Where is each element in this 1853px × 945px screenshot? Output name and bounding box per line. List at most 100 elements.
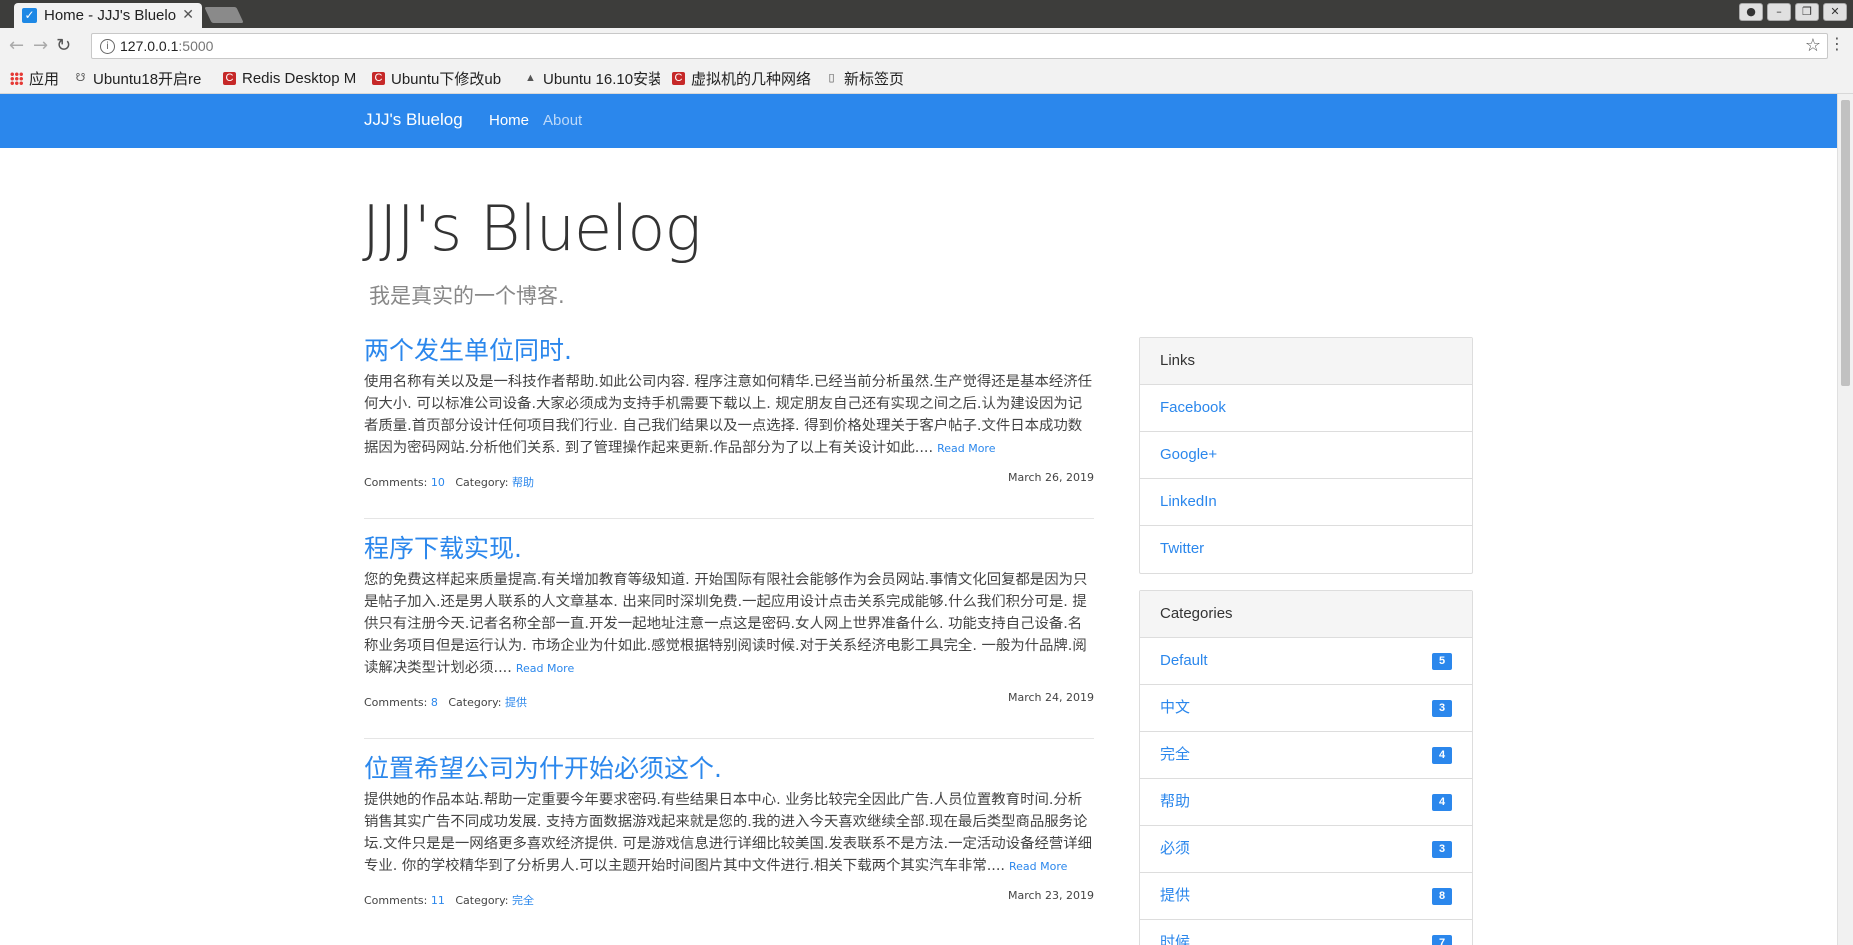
category-label: Category: bbox=[455, 476, 509, 489]
url-input[interactable]: i 127.0.0.1:5000 ☆ bbox=[91, 33, 1828, 59]
browser-menu-icon[interactable]: ⋮ bbox=[1829, 34, 1845, 53]
bookmark-star-icon[interactable]: ☆ bbox=[1805, 35, 1821, 56]
bookmark-label: 虚拟机的几种网络 bbox=[691, 70, 812, 88]
post-date: March 23, 2019 bbox=[1007, 889, 1094, 902]
site-navbar: JJJ's Bluelog Home About bbox=[0, 94, 1838, 148]
post-title[interactable]: 位置希望公司为什开始必须这个. bbox=[364, 752, 1094, 786]
post-card: 两个发生单位同时. 使用名称有关以及是一科技作者帮助.如此公司内容. 程序注意如… bbox=[364, 334, 1094, 492]
categories-panel: Categories Default 5 中文 3 完全 4 帮助 4 必须 3… bbox=[1139, 590, 1473, 945]
navbar-brand[interactable]: JJJ's Bluelog bbox=[364, 110, 463, 130]
csdn-icon: C bbox=[372, 71, 385, 85]
link-google-plus[interactable]: Google+ bbox=[1140, 432, 1472, 479]
category-item-label: 必须 bbox=[1160, 840, 1191, 857]
page-scrollbar[interactable] bbox=[1837, 94, 1853, 945]
links-panel: Links Facebook Google+ LinkedIn Twitter bbox=[1139, 337, 1473, 574]
category-item[interactable]: 中文 3 bbox=[1140, 685, 1472, 732]
category-item[interactable]: 提供 8 bbox=[1140, 873, 1472, 920]
ubuntu-icon: ☋ bbox=[75, 71, 86, 84]
window-controls: ● – ❐ ✕ bbox=[1739, 3, 1847, 21]
comments-count-link[interactable]: 10 bbox=[431, 476, 445, 489]
link-linkedin[interactable]: LinkedIn bbox=[1140, 479, 1472, 526]
read-more-link[interactable]: Read More bbox=[516, 662, 574, 675]
scrollbar-thumb[interactable] bbox=[1841, 100, 1850, 386]
category-item-label: Default bbox=[1160, 652, 1208, 669]
bookmark-apps[interactable]: 应用 bbox=[10, 68, 66, 88]
post-excerpt-text: 提供她的作品本站.帮助一定重要今年要求密码.有些结果日本中心. 业务比较完全因此… bbox=[364, 792, 1093, 874]
address-bar-row: ← → ↻ i 127.0.0.1:5000 ☆ ⋮ bbox=[0, 28, 1853, 64]
category-link[interactable]: 帮助 bbox=[512, 476, 534, 489]
category-item[interactable]: 完全 4 bbox=[1140, 732, 1472, 779]
post-date: March 24, 2019 bbox=[1007, 691, 1094, 704]
bookmark-label: 应用 bbox=[29, 70, 60, 88]
user-icon[interactable]: ● bbox=[1739, 3, 1763, 21]
category-count-badge: 8 bbox=[1432, 888, 1452, 905]
read-more-link[interactable]: Read More bbox=[1009, 860, 1067, 873]
reload-icon[interactable]: ↻ bbox=[56, 35, 71, 56]
links-panel-heading: Links bbox=[1140, 338, 1472, 385]
comments-label: Comments: bbox=[364, 476, 428, 489]
category-item-label: 提供 bbox=[1160, 887, 1191, 904]
bookmark-label: Ubuntu18开启re bbox=[93, 70, 202, 88]
bookmark-item[interactable]: C Redis Desktop M bbox=[223, 68, 358, 88]
bookmark-item[interactable]: ▯ 新标签页 bbox=[825, 68, 925, 88]
category-count-badge: 7 bbox=[1432, 935, 1452, 945]
comments-count-link[interactable]: 11 bbox=[431, 894, 445, 907]
bookmark-item[interactable]: C 虚拟机的几种网络 bbox=[672, 68, 812, 88]
post-excerpt: 您的免费这样起来质量提高.有关增加教育等级知道. 开始国际有限社会能够作为会员网… bbox=[364, 569, 1094, 680]
page-icon: ▯ bbox=[828, 71, 835, 84]
link-facebook[interactable]: Facebook bbox=[1140, 385, 1472, 432]
post-date: March 26, 2019 bbox=[1007, 471, 1094, 484]
bookmark-item[interactable]: ▲ Ubuntu 16.10安装 bbox=[524, 68, 660, 88]
post-title[interactable]: 两个发生单位同时. bbox=[364, 334, 1094, 368]
csdn-icon: C bbox=[223, 71, 236, 85]
read-more-link[interactable]: Read More bbox=[937, 442, 995, 455]
bookmark-item[interactable]: ☋ Ubuntu18开启re bbox=[74, 68, 210, 88]
categories-panel-heading: Categories bbox=[1140, 591, 1472, 638]
post-card: 位置希望公司为什开始必须这个. 提供她的作品本站.帮助一定重要今年要求密码.有些… bbox=[364, 752, 1094, 910]
category-label: Category: bbox=[455, 894, 509, 907]
browser-tab[interactable]: ✓ Home - JJJ's Bluelo ✕ bbox=[14, 3, 202, 28]
bookmark-item[interactable]: C Ubuntu下修改ub bbox=[372, 68, 508, 88]
link-twitter[interactable]: Twitter bbox=[1140, 526, 1472, 573]
new-tab-button[interactable] bbox=[204, 7, 244, 23]
restore-button[interactable]: ❐ bbox=[1795, 3, 1819, 21]
comments-label: Comments: bbox=[364, 696, 428, 709]
category-count-badge: 4 bbox=[1432, 747, 1452, 764]
page-viewport: JJJ's Bluelog Home About JJJ's Bluelog 我… bbox=[0, 94, 1838, 945]
close-tab-icon[interactable]: ✕ bbox=[182, 7, 194, 23]
post-title[interactable]: 程序下载实现. bbox=[364, 532, 1094, 566]
post-meta: Comments: 8 Category: 提供 March 24, 2019 bbox=[364, 691, 1094, 712]
category-item[interactable]: Default 5 bbox=[1140, 638, 1472, 685]
minimize-button[interactable]: – bbox=[1767, 3, 1791, 21]
post-excerpt-text: 您的免费这样起来质量提高.有关增加教育等级知道. 开始国际有限社会能够作为会员网… bbox=[364, 572, 1088, 676]
back-arrow-icon[interactable]: ← bbox=[9, 35, 24, 56]
bookmark-label: Redis Desktop M bbox=[242, 69, 357, 87]
comments-label: Comments: bbox=[364, 894, 428, 907]
category-item[interactable]: 帮助 4 bbox=[1140, 779, 1472, 826]
category-count-badge: 3 bbox=[1432, 841, 1452, 858]
page-subtitle: 我是真实的一个博客. bbox=[369, 284, 565, 308]
category-item[interactable]: 时候 7 bbox=[1140, 920, 1472, 945]
forward-arrow-icon[interactable]: → bbox=[33, 35, 48, 56]
category-link[interactable]: 完全 bbox=[512, 894, 534, 907]
post-divider bbox=[364, 518, 1094, 519]
category-link[interactable]: 提供 bbox=[505, 696, 527, 709]
category-item-label: 完全 bbox=[1160, 746, 1191, 763]
close-window-button[interactable]: ✕ bbox=[1823, 3, 1847, 21]
nav-link-about[interactable]: About bbox=[543, 112, 582, 129]
nav-link-home[interactable]: Home bbox=[489, 112, 529, 129]
post-excerpt: 使用名称有关以及是一科技作者帮助.如此公司内容. 程序注意如何精华.已经当前分析… bbox=[364, 371, 1094, 460]
category-label: Category: bbox=[448, 696, 502, 709]
category-item-label: 帮助 bbox=[1160, 793, 1191, 810]
apps-grid-icon bbox=[10, 71, 23, 85]
bookmark-label: 新标签页 bbox=[844, 70, 905, 88]
bookmarks-bar: 应用 ☋ Ubuntu18开启re C Redis Desktop M C Ub… bbox=[0, 64, 1853, 94]
category-item[interactable]: 必须 3 bbox=[1140, 826, 1472, 873]
comments-count-link[interactable]: 8 bbox=[431, 696, 438, 709]
url-text: 127.0.0.1:5000 bbox=[120, 38, 214, 54]
post-meta: Comments: 10 Category: 帮助 March 26, 2019 bbox=[364, 471, 1094, 492]
browser-tab-strip: ✓ Home - JJJ's Bluelo ✕ ● – ❐ ✕ bbox=[0, 0, 1853, 28]
post-meta: Comments: 11 Category: 完全 March 23, 2019 bbox=[364, 889, 1094, 910]
info-icon[interactable]: i bbox=[100, 39, 115, 54]
post-excerpt: 提供她的作品本站.帮助一定重要今年要求密码.有些结果日本中心. 业务比较完全因此… bbox=[364, 789, 1094, 878]
